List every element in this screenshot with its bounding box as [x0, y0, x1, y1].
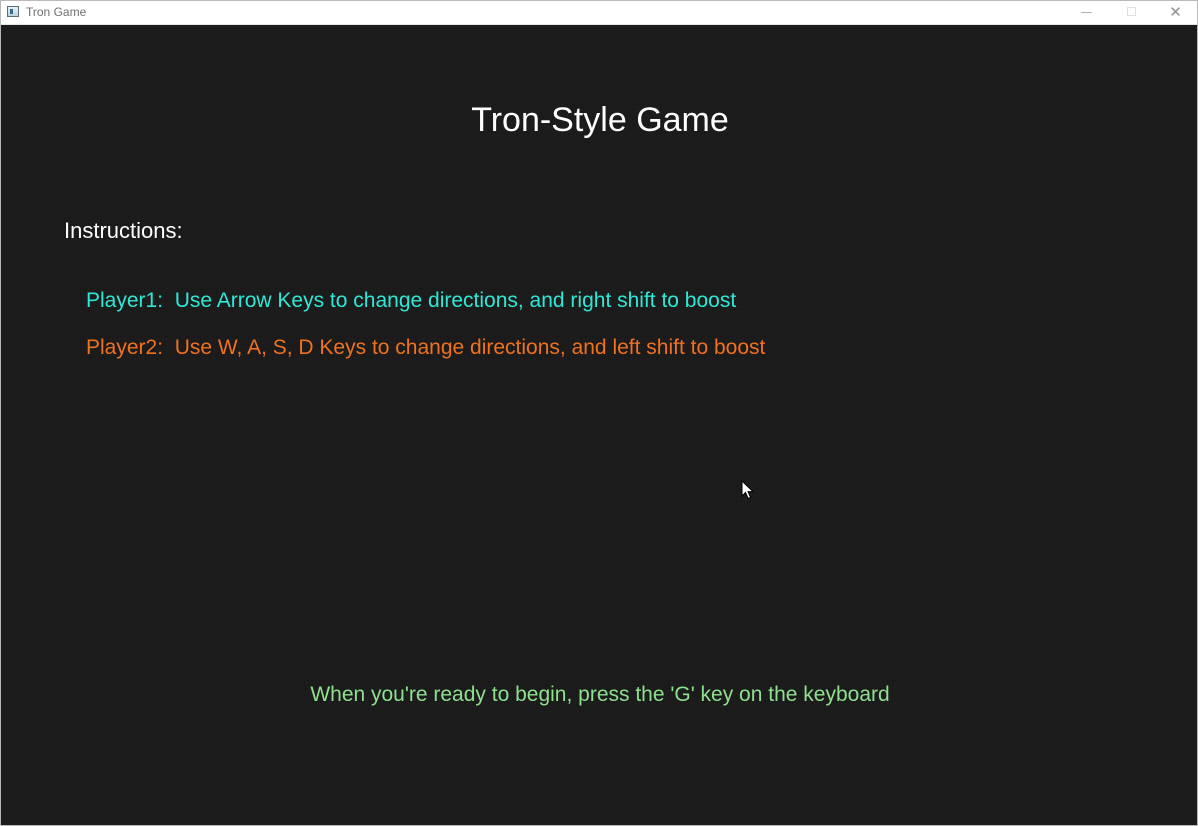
title-bar[interactable]: Tron Game — ☐ ✕	[1, 1, 1197, 25]
player2-controls-text: Use W, A, S, D Keys to change directions…	[174, 336, 766, 359]
close-button[interactable]: ✕	[1153, 1, 1198, 24]
player2-instruction: Player2: Use W, A, S, D Keys to change d…	[86, 335, 765, 361]
mouse-pointer-icon	[741, 480, 755, 500]
app-icon	[7, 6, 19, 17]
player1-instruction: Player1: Use Arrow Keys to change direct…	[86, 288, 736, 314]
ready-prompt: When you're ready to begin, press the 'G…	[310, 683, 890, 706]
minimize-button[interactable]: —	[1064, 1, 1109, 24]
maximize-button[interactable]: ☐	[1109, 1, 1154, 24]
game-canvas[interactable]: Tron-Style Game Instructions: Player1: U…	[1, 25, 1197, 825]
instructions-heading: Instructions:	[64, 218, 183, 243]
player1-label: Player1:	[86, 289, 164, 312]
app-window: Tron Game — ☐ ✕ Tron-Style Game Instruct…	[0, 0, 1198, 826]
player2-label: Player2:	[86, 336, 164, 359]
player1-controls-text: Use Arrow Keys to change directions, and…	[174, 289, 737, 312]
game-title: Tron-Style Game	[471, 101, 729, 139]
window-title: Tron Game	[26, 5, 87, 19]
